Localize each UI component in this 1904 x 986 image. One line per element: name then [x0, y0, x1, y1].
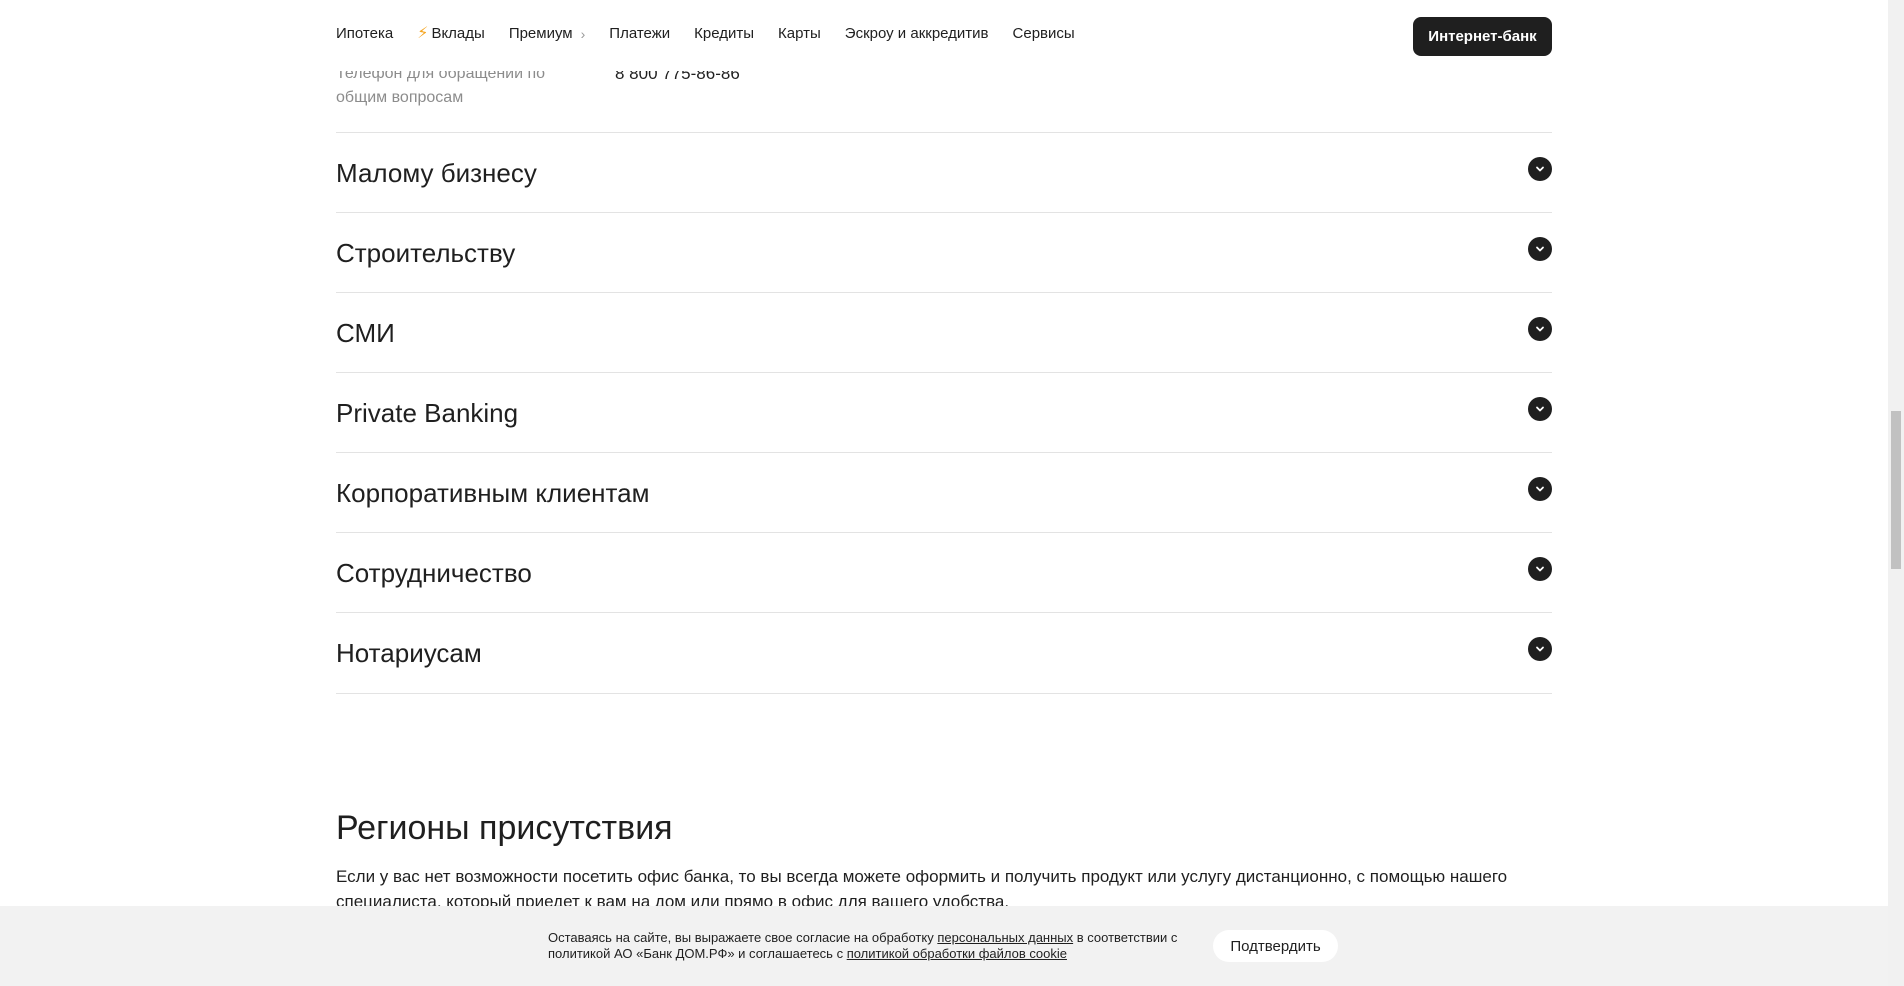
main-nav: Ипотека ⚡ Вклады Премиум › Платежи Креди…	[336, 25, 1099, 42]
accordion-title: Сотрудничество	[336, 558, 532, 588]
accordion-title: Малому бизнесу	[336, 158, 537, 188]
nav-item-label: Премиум	[508, 25, 573, 42]
nav-item-mortgage[interactable]: Ипотека	[336, 25, 393, 42]
nav-item-label: Сервисы	[1012, 25, 1075, 42]
scrollbar-thumb[interactable]	[1891, 411, 1901, 569]
nav-item-label: Вклады	[431, 25, 485, 42]
accordion-title: Private Banking	[336, 398, 519, 428]
internet-bank-button[interactable]: Интернет-банк	[1413, 17, 1552, 56]
cookie-text-part: Оставаясь на сайте, вы выражаете свое со…	[548, 930, 938, 945]
chevron-down-icon[interactable]	[1528, 237, 1552, 261]
cookie-policy-link[interactable]: политикой обработки файлов cookie	[847, 946, 1067, 961]
accordion: Малому бизнесу Строительству СМИ Private…	[336, 132, 1552, 694]
nav-item-credits[interactable]: Кредиты	[694, 25, 754, 42]
nav-item-premium[interactable]: Премиум ›	[509, 25, 585, 42]
chevron-down-icon[interactable]	[1528, 637, 1552, 661]
chevron-down-icon[interactable]	[1528, 157, 1552, 181]
nav-item-label: Кредиты	[694, 25, 755, 42]
cookie-text: Оставаясь на сайте, вы выражаете свое со…	[548, 930, 1188, 962]
chevron-down-icon[interactable]	[1528, 397, 1552, 421]
accordion-item-media[interactable]: СМИ	[336, 292, 1552, 372]
contact-row: Телефон для обращений по общим вопросам …	[336, 62, 1552, 132]
accordion-item-corporate[interactable]: Корпоративным клиентам	[336, 452, 1552, 532]
lightning-icon: ⚡	[417, 24, 429, 42]
nav-item-payments[interactable]: Платежи	[609, 25, 670, 42]
accordion-title: Нотариусам	[336, 638, 482, 668]
accordion-item-notaries[interactable]: Нотариусам	[336, 612, 1552, 694]
chevron-down-icon[interactable]	[1528, 557, 1552, 581]
chevron-right-icon: ›	[580, 25, 586, 42]
accordion-item-small-business[interactable]: Малому бизнесу	[336, 132, 1552, 212]
confirm-button[interactable]: Подтвердить	[1213, 930, 1338, 962]
nav-item-deposits[interactable]: ⚡ Вклады	[417, 25, 485, 42]
accordion-title: СМИ	[336, 318, 395, 348]
accordion-title: Строительству	[336, 238, 516, 268]
scrollbar[interactable]	[1888, 0, 1904, 986]
nav-item-cards[interactable]: Карты	[778, 25, 821, 42]
nav-item-escrow[interactable]: Эскроу и аккредитив	[845, 25, 989, 42]
nav-item-label: Ипотека	[336, 25, 394, 42]
accordion-item-construction[interactable]: Строительству	[336, 212, 1552, 292]
cookie-banner: Оставаясь на сайте, вы выражаете свое со…	[0, 906, 1888, 986]
accordion-item-private-banking[interactable]: Private Banking	[336, 372, 1552, 452]
personal-data-link[interactable]: персональных данных	[937, 930, 1073, 945]
regions-title: Регионы присутствия	[336, 809, 673, 847]
nav-item-services[interactable]: Сервисы	[1013, 25, 1075, 42]
chevron-down-icon[interactable]	[1528, 477, 1552, 501]
nav-item-label: Платежи	[609, 25, 671, 42]
nav-item-label: Карты	[778, 25, 821, 42]
accordion-item-cooperation[interactable]: Сотрудничество	[336, 532, 1552, 612]
nav-item-label: Эскроу и аккредитив	[844, 25, 989, 42]
accordion-title: Корпоративным клиентам	[336, 478, 650, 508]
chevron-down-icon[interactable]	[1528, 317, 1552, 341]
site-header: Ипотека ⚡ Вклады Премиум › Платежи Креди…	[0, 0, 1888, 71]
